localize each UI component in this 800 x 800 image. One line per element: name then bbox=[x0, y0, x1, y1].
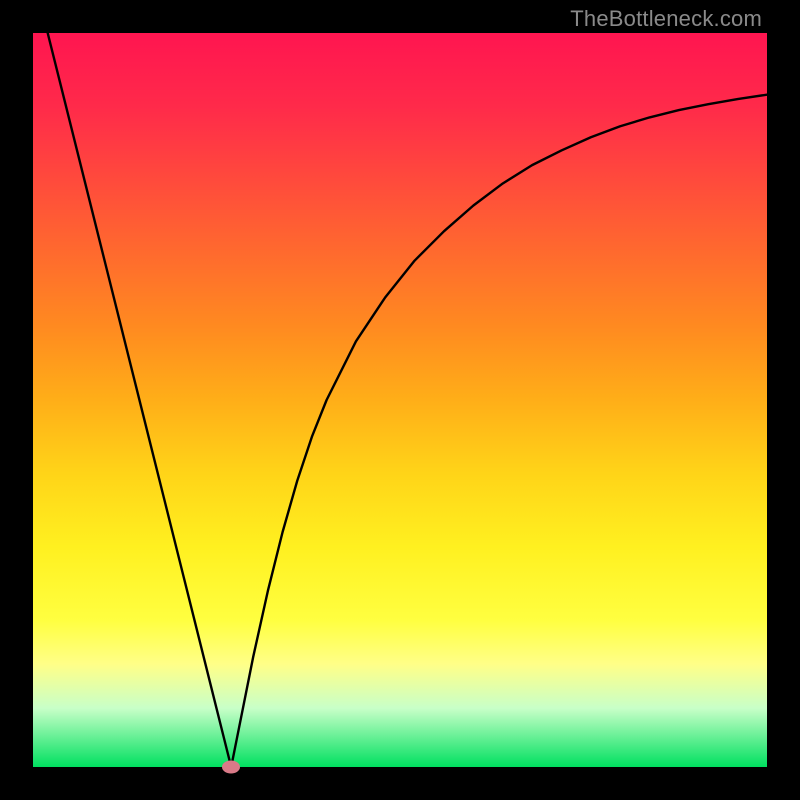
bottleneck-chart-area bbox=[33, 33, 767, 767]
bottleneck-curve bbox=[33, 33, 767, 767]
optimal-point-marker bbox=[222, 761, 240, 774]
watermark-text: TheBottleneck.com bbox=[570, 6, 762, 32]
